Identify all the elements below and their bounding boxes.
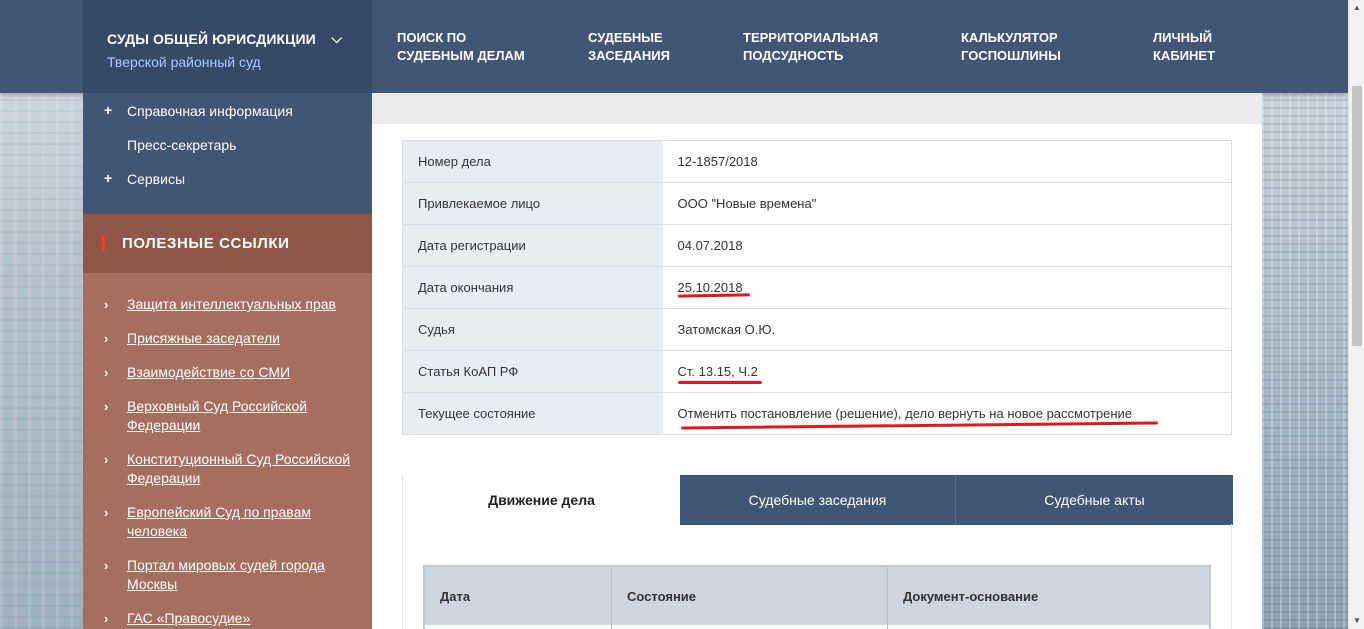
background-image-right [1262,93,1348,629]
nav-label: ПОИСК ПО [397,30,467,45]
case-field-label: Статья КоАП РФ [402,350,663,393]
case-field-value: Ст. 13.15, Ч.2 [662,350,1232,393]
case-field-value: ООО "Новые времена" [662,182,1232,225]
table-row: Дата регистрации 04.07.2018 [402,224,1232,267]
table-row: Текущее состояние Отменить постановление… [402,392,1232,435]
movement-table: Дата Состояние Документ-основание [423,565,1211,629]
case-field-label: Дата регистрации [402,224,663,267]
sidebar-item-reference-info[interactable]: + Справочная информация [83,102,372,122]
tab-court-sessions[interactable]: Судебные заседания [680,475,956,525]
table-row: Статья КоАП РФ Ст. 13.15, Ч.2 [402,350,1232,393]
case-field-label: Судья [402,308,663,351]
main-content: Номер дела 12-1857/2018 Привлекаемое лиц… [372,93,1262,629]
chevron-right-icon: › [104,365,109,380]
chevron-right-icon: › [104,331,109,346]
column-header-status: Состояние [612,567,888,629]
nav-label: ПОДСУДНОСТЬ [743,48,844,63]
case-field-label: Номер дела [402,140,663,183]
case-field-value: 25.10.2018 [662,266,1232,309]
column-header-date: Дата [425,567,612,629]
chevron-down-icon[interactable]: ⌵ [331,30,342,47]
court-group-title: СУДЫ ОБЩЕЙ ЮРИСДИКЦИИ [107,31,316,47]
table-row: Дата окончания 25.10.2018 [402,266,1232,309]
nav-label: СУДЕБНЫЕ [588,30,663,45]
red-underline [678,381,762,384]
page-scrollbar[interactable]: ▲ ▼ [1348,0,1364,629]
nav-label: КАБИНЕТ [1153,48,1216,63]
useful-link-text[interactable]: Верховный Суд Российской Федерации [127,397,362,435]
nav-case-search[interactable]: ПОИСК ПО СУДЕБНЫМ ДЕЛАМ [397,29,525,65]
useful-link-text[interactable]: Портал мировых судей города Москвы [127,556,362,594]
case-field-label: Текущее состояние [402,392,663,435]
useful-link-text[interactable]: Взаимодействие со СМИ [127,363,362,382]
useful-link-text[interactable]: ГАС «Правосудие» [127,609,362,628]
top-navigation: СУДЫ ОБЩЕЙ ЮРИСДИКЦИИ Тверской районный … [0,0,1348,93]
sidebar-item-services[interactable]: + Сервисы [83,170,372,190]
scroll-thumb[interactable] [1352,86,1362,346]
nav-fee-calculator[interactable]: КАЛЬКУЛЯТОР ГОСПОШЛИНЫ [961,29,1061,65]
nav-label: ГОСПОШЛИНЫ [961,48,1061,63]
useful-link-text[interactable]: Конституционный Суд Российской Федерации [127,450,362,488]
case-field-label: Дата окончания [402,266,663,309]
plus-icon[interactable]: + [104,102,112,118]
chevron-right-icon: › [104,558,109,573]
table-row: Номер дела 12-1857/2018 [402,140,1232,183]
case-tabs: Движение дела Судебные заседания Судебны… [402,475,1233,525]
case-field-value: 04.07.2018 [662,224,1232,267]
plus-icon[interactable]: + [104,170,112,186]
table-row: Привлекаемое лицо ООО "Новые времена" [402,182,1232,225]
case-field-value: 12-1857/2018 [662,140,1232,183]
useful-links-header: ПОЛЕЗНЫЕ ССЫЛКИ [83,214,372,273]
sidebar-item-press-secretary[interactable]: Пресс-секретарь [83,136,372,156]
scroll-down-icon[interactable]: ▼ [1349,613,1364,629]
accent-bar [102,235,105,251]
sidebar-item-label: Сервисы [127,171,186,187]
useful-link-text[interactable]: Европейский Суд по правам человека [127,503,362,541]
chevron-right-icon: › [104,297,109,312]
case-field-value: Затомская О.Ю. [662,308,1232,351]
useful-link-text[interactable]: Защита интеллектуальных прав [127,295,362,314]
chevron-right-icon: › [104,505,109,520]
sidebar-item-label: Пресс-секретарь [127,137,237,153]
case-info-table: Номер дела 12-1857/2018 Привлекаемое лиц… [402,140,1232,435]
column-header-document: Документ-основание [903,589,1039,604]
nav-label: ЛИЧНЫЙ [1153,30,1213,45]
nav-jurisdiction[interactable]: ТЕРРИТОРИАЛЬНАЯ ПОДСУДНОСТЬ [743,29,878,65]
court-selector[interactable]: СУДЫ ОБЩЕЙ ЮРИСДИКЦИИ Тверской районный … [83,0,372,93]
sidebar-item-label: Справочная информация [127,103,293,119]
nav-label: КАЛЬКУЛЯТОР [961,30,1058,45]
chevron-right-icon: › [104,399,109,414]
table-row: Судья Затомская О.Ю. [402,308,1232,351]
case-field-label: Привлекаемое лицо [402,182,663,225]
useful-links-title: ПОЛЕЗНЫЕ ССЫЛКИ [122,235,290,252]
nav-label: ТЕРРИТОРИАЛЬНАЯ [743,30,879,45]
tab-court-acts[interactable]: Судебные акты [956,475,1233,525]
chevron-right-icon: › [104,452,109,467]
useful-link-text[interactable]: Присяжные заседатели [127,329,362,348]
nav-label: СУДЕБНЫМ ДЕЛАМ [397,48,525,63]
tab-case-movement[interactable]: Движение дела [403,475,680,525]
content-top-strip [372,93,1262,124]
useful-links-list: › Защита интеллектуальных прав › Присяжн… [83,273,372,629]
chevron-right-icon: › [104,611,109,626]
nav-court-sessions[interactable]: СУДЕБНЫЕ ЗАСЕДАНИЯ [588,29,670,65]
nav-personal-account[interactable]: ЛИЧНЫЙ КАБИНЕТ [1153,29,1215,65]
nav-label: ЗАСЕДАНИЯ [588,48,670,63]
scroll-up-icon[interactable]: ▲ [1349,0,1364,16]
sidebar-menu: + Справочная информация Пресс-секретарь … [83,93,372,214]
court-name: Тверской районный суд [107,54,261,70]
